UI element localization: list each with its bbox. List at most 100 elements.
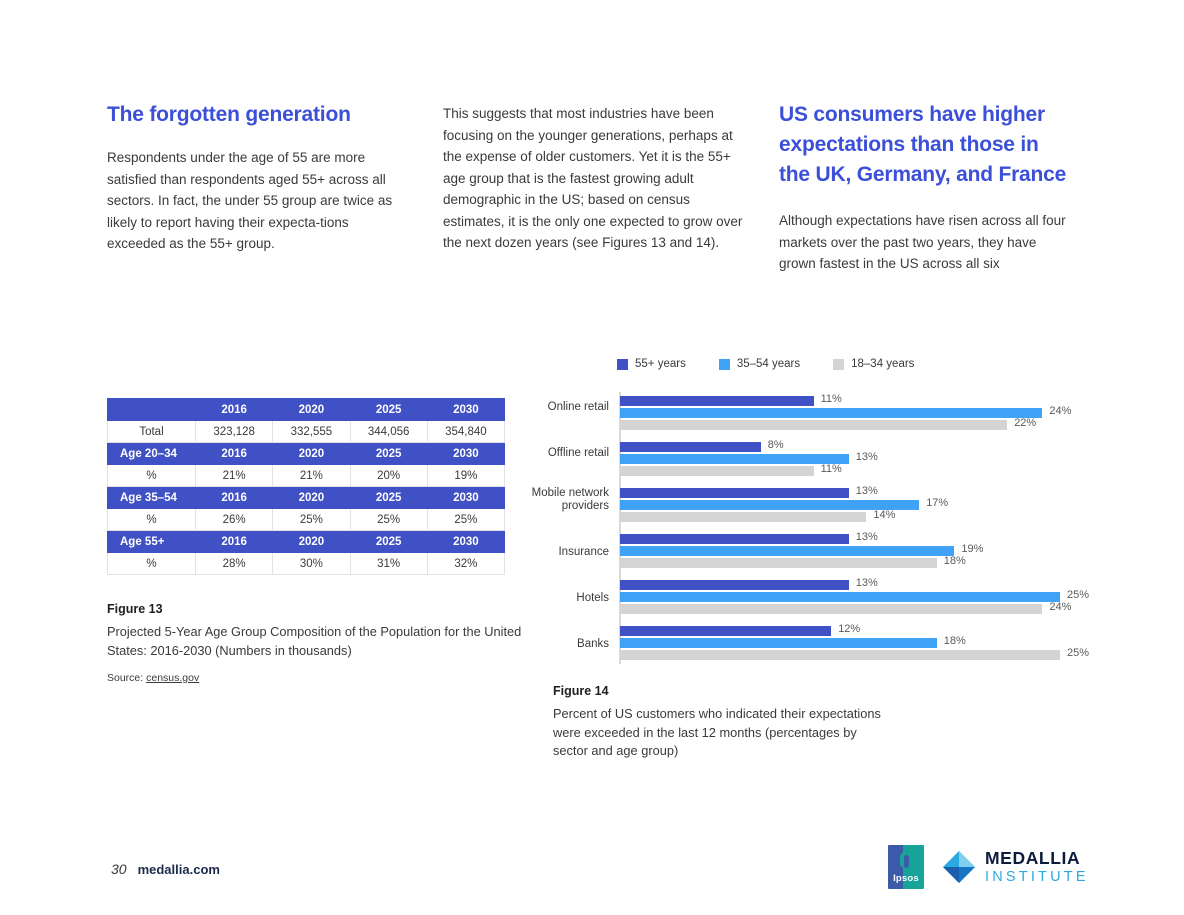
- legend-swatch-icon: [833, 358, 845, 370]
- chart-bar[interactable]: [620, 546, 955, 556]
- chart-bar-value: 11%: [820, 463, 842, 475]
- table-header-row: Age 55+ 2016 2020 2025 2030: [107, 530, 506, 553]
- table-cell: 26%: [194, 508, 274, 531]
- chart-bar-row: 13%: [620, 485, 1113, 498]
- left-text-column: The forgotten generation Respondents und…: [107, 100, 397, 255]
- table-cell: 2020: [272, 398, 351, 421]
- chart-bar[interactable]: [620, 580, 849, 590]
- right-paragraph: Although expectations have risen across …: [779, 213, 1066, 271]
- chart-bar[interactable]: [620, 466, 814, 476]
- chart-category-label: Insurance: [558, 545, 609, 558]
- chart-bar-value: 11%: [820, 393, 842, 405]
- chart-bar-value: 24%: [1049, 405, 1072, 417]
- table-cell: 2016: [194, 398, 274, 421]
- medallia-institute-logo: MEDALLIA INSTITUTE: [942, 849, 1089, 884]
- table-row: % 28% 30% 31% 32%: [107, 552, 506, 575]
- table-row-label: Age 35–54: [107, 486, 196, 509]
- medallia-wordmark: MEDALLIA INSTITUTE: [985, 849, 1089, 884]
- ipsos-logo: Ipsos: [888, 845, 924, 889]
- table-row: Total 323,128 332,555 344,056 354,840: [107, 420, 506, 443]
- figure-14-caption: Figure 14 Percent of US customers who in…: [553, 684, 893, 761]
- chart-bar[interactable]: [620, 512, 867, 522]
- chart-category-group: Hotels 13% 25% 24%: [553, 577, 1113, 616]
- chart-bar-value: 13%: [855, 577, 878, 589]
- chart-bar-row: 24%: [620, 601, 1113, 614]
- chart-category-group: Offline retail 8% 13% 11%: [548, 439, 1113, 478]
- chart-bar[interactable]: [620, 626, 832, 636]
- legend-label: 55+ years: [635, 358, 686, 370]
- chart-plot-area: Online retail 11% 24% 22% Offline retail 8% 13…: [532, 392, 1113, 664]
- legend-swatch-icon: [617, 358, 628, 370]
- figure-13-table: 2016 2020 2025 2030 Total 323,128 332,555 344,0…: [107, 398, 506, 575]
- chart-bar-row: 13%: [620, 531, 1113, 544]
- chart-bar-value: 24%: [1049, 601, 1072, 613]
- chart-category-group: Online retail 11% 24% 22%: [548, 393, 1113, 432]
- chart-bar-value: 25%: [1067, 647, 1090, 659]
- chart-bar-value: 17%: [926, 497, 949, 509]
- chart-bar[interactable]: [620, 488, 849, 498]
- figure-13-title: Figure 13: [107, 602, 163, 616]
- figure-14-title: Figure 14: [553, 684, 609, 698]
- chart-bar-value: 13%: [855, 531, 878, 543]
- table-header-row: Age 20–34 2016 2020 2025 2030: [107, 442, 506, 465]
- table-cell: 20%: [349, 464, 428, 487]
- middle-text-column: This suggests that most industries have …: [443, 100, 743, 254]
- table-row: % 26% 25% 25% 25%: [107, 508, 506, 531]
- chart-bar[interactable]: [620, 420, 1008, 430]
- figure-13-caption: Figure 13 Projected 5-Year Age Group Com…: [107, 602, 527, 684]
- chart-bar-value: 13%: [855, 451, 878, 463]
- chart-bar-row: 11%: [620, 393, 1113, 406]
- table-cell: 2020: [272, 442, 351, 465]
- chart-bar[interactable]: [620, 592, 1060, 602]
- chart-bar-value: 25%: [1067, 589, 1090, 601]
- table-cell: 25%: [272, 508, 351, 531]
- legend-label: 35–54 years: [736, 358, 801, 370]
- legend-item[interactable]: 55+ years: [617, 358, 686, 370]
- chart-bar-value: 12%: [838, 623, 861, 635]
- left-headline: The forgotten generation: [107, 103, 351, 126]
- legend-label: 18–34 years: [851, 358, 915, 370]
- chart-bar-row: 12%: [620, 623, 1113, 636]
- chart-bar[interactable]: [620, 454, 849, 464]
- ipsos-logo-text: Ipsos: [893, 873, 919, 884]
- chart-bar-value: 14%: [873, 509, 896, 521]
- chart-bar-value: 22%: [1014, 417, 1037, 429]
- chart-bar-stack: 8% 13% 11%: [620, 439, 1113, 478]
- chart-bar-stack: 13% 25% 24%: [620, 577, 1113, 616]
- chart-category-label: Offline retail: [547, 447, 609, 459]
- figure-13-source-label: Source:: [107, 672, 144, 684]
- chart-bar-stack: 12% 18% 25%: [620, 623, 1113, 662]
- figure-13-table-wrapper: 2016 2020 2025 2030 Total 323,128 332,555 344,0…: [107, 398, 506, 575]
- chart-bar-row: 13%: [620, 577, 1113, 590]
- table-row-label: %: [107, 464, 196, 487]
- table-cell: 30%: [272, 552, 351, 575]
- chart-bar[interactable]: [620, 442, 761, 452]
- legend-item[interactable]: 18–34 years: [833, 358, 914, 370]
- chart-bar[interactable]: [620, 558, 937, 568]
- chart-bar[interactable]: [620, 638, 937, 648]
- chart-bar[interactable]: [620, 604, 1043, 614]
- table-cell: 2025: [349, 486, 428, 509]
- footer-logos: Ipsos MEDALLIA INSTITUTE: [888, 845, 1089, 889]
- figure-14-chart: 55+ years 35–54 years 18–34 years Online r…: [532, 358, 1113, 668]
- legend-item[interactable]: 35–54 years: [718, 358, 801, 370]
- chart-bar-row: 13%: [620, 451, 1113, 464]
- figure-13-source-link[interactable]: census.gov: [146, 672, 199, 684]
- right-text-column: US consumers have higher expectations th…: [779, 100, 1069, 275]
- chart-bar[interactable]: [620, 396, 814, 406]
- chart-bar[interactable]: [620, 408, 1043, 418]
- chart-bar[interactable]: [620, 650, 1060, 660]
- table-cell: 31%: [349, 552, 428, 575]
- chart-bar[interactable]: [620, 534, 849, 544]
- chart-category-group: Insurance 13% 19% 18%: [553, 531, 1113, 570]
- chart-bar-stack: 13% 19% 18%: [620, 531, 1113, 570]
- table-cell: 28%: [194, 552, 274, 575]
- figure-13-source: Source: census.gov: [107, 672, 527, 684]
- table-cell: 2016: [194, 442, 274, 465]
- chart-bar-row: 11%: [620, 463, 1113, 476]
- chart-bar-row: 19%: [620, 543, 1113, 556]
- chart-bar-row: 25%: [620, 589, 1113, 602]
- chart-category-group: Banks 12% 18% 25%: [553, 623, 1113, 662]
- chart-bar-row: 22%: [620, 417, 1113, 430]
- table-row: % 21% 21% 20% 19%: [107, 464, 506, 487]
